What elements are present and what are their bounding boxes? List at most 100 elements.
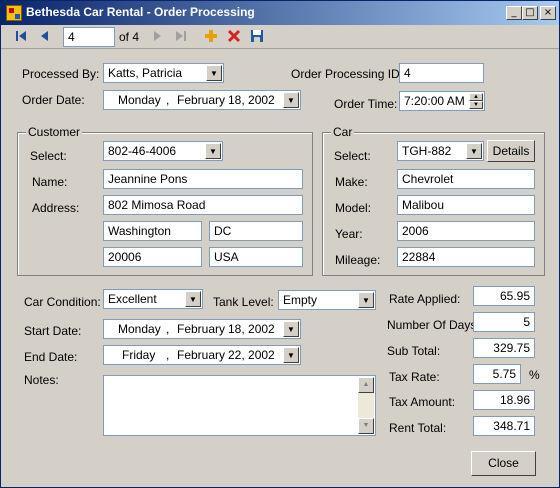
customer-select-value: 802-46-4006	[108, 144, 177, 158]
position-input[interactable]: 4	[63, 27, 115, 47]
add-icon[interactable]	[203, 29, 219, 45]
notes-label: Notes:	[24, 373, 59, 387]
car-year-field[interactable]: 2006	[397, 221, 535, 241]
customer-country-field[interactable]: USA	[209, 247, 303, 267]
end-date-daynum: 22, 2002	[228, 348, 275, 362]
notes-scrollbar[interactable]: ▲ ▼	[358, 377, 374, 434]
spin-down-icon[interactable]: ▼	[469, 101, 483, 109]
customer-group-title: Customer	[26, 125, 83, 139]
customer-city-field[interactable]: Washington	[103, 221, 202, 241]
close-button[interactable]: Close	[471, 451, 536, 476]
end-date-picker[interactable]: Friday , February 22, 2002 ▼	[103, 345, 301, 365]
start-date-daynum: 18, 2002	[228, 322, 275, 336]
close-window-button[interactable]: ×	[540, 6, 556, 20]
start-date-day: Monday	[118, 322, 161, 336]
chevron-down-icon[interactable]: ▼	[283, 347, 299, 363]
customer-name-label: Name:	[32, 175, 68, 189]
car-year-label: Year:	[335, 227, 363, 241]
main-window: Bethesda Car Rental - Order Processing _…	[0, 0, 560, 488]
app-icon	[6, 5, 22, 21]
scroll-up-icon[interactable]: ▲	[358, 377, 374, 393]
car-condition-label: Car Condition:	[24, 295, 101, 309]
start-date-month: February	[177, 322, 226, 336]
tax-amount-label: Tax Amount:	[389, 395, 456, 409]
order-processing-id-field[interactable]: 4	[399, 63, 484, 83]
end-date-label: End Date:	[24, 350, 78, 364]
order-date-label: Order Date:	[22, 93, 85, 107]
chevron-down-icon[interactable]: ▼	[283, 321, 299, 337]
order-date-day: Monday	[118, 93, 161, 107]
processed-by-value: Katts, Patricia	[108, 66, 183, 80]
notes-textarea[interactable]: ▲ ▼	[103, 375, 376, 436]
tax-amount-field[interactable]: 18.96	[473, 390, 535, 410]
customer-zip-field[interactable]: 20006	[103, 247, 202, 267]
end-date-month: February	[177, 348, 226, 362]
chevron-down-icon[interactable]: ▼	[205, 143, 221, 159]
customer-state-field[interactable]: DC	[209, 221, 303, 241]
customer-select-label: Select:	[30, 149, 67, 163]
start-date-label: Start Date:	[24, 324, 82, 338]
delete-icon[interactable]	[226, 29, 242, 45]
car-mileage-field[interactable]: 22884	[397, 247, 535, 267]
customer-address-field[interactable]: 802 Mimosa Road	[103, 195, 303, 215]
minimize-button[interactable]: _	[506, 6, 522, 20]
car-condition-combo[interactable]: Excellent ▼	[103, 289, 203, 309]
order-time-picker[interactable]: 7:20:00 AM ▲ ▼	[399, 91, 485, 111]
chevron-down-icon[interactable]: ▼	[358, 292, 374, 308]
rent-total-label: Rent Total:	[389, 421, 447, 435]
tank-level-label: Tank Level:	[213, 295, 274, 309]
rate-applied-label: Rate Applied:	[389, 292, 461, 306]
order-time-value: 7:20:00 AM	[404, 94, 465, 108]
car-select-label: Select:	[334, 149, 371, 163]
first-record-icon[interactable]	[13, 29, 29, 45]
car-make-field[interactable]: Chevrolet	[397, 169, 535, 189]
processed-by-label: Processed By:	[22, 67, 100, 81]
order-time-label: Order Time:	[334, 97, 398, 111]
navigation-toolbar: 4 of 4	[1, 25, 559, 49]
tax-rate-unit: %	[529, 368, 540, 382]
title-bar[interactable]: Bethesda Car Rental - Order Processing _…	[1, 1, 559, 25]
rent-total-field[interactable]: 348.71	[473, 416, 535, 436]
car-select-combo[interactable]: TGH-882 ▼	[397, 141, 484, 161]
sub-total-label: Sub Total:	[387, 344, 441, 358]
order-date-daynum: 18, 2002	[228, 93, 275, 107]
customer-select-combo[interactable]: 802-46-4006 ▼	[103, 141, 223, 161]
tax-rate-field[interactable]: 5.75	[473, 364, 521, 384]
car-make-label: Make:	[335, 175, 368, 189]
window-title: Bethesda Car Rental - Order Processing	[26, 5, 255, 19]
next-record-icon[interactable]	[149, 29, 165, 45]
car-select-value: TGH-882	[402, 144, 452, 158]
sub-total-field[interactable]: 329.75	[473, 338, 535, 358]
chevron-down-icon[interactable]: ▼	[206, 65, 222, 81]
car-model-field[interactable]: Malibou	[397, 195, 535, 215]
spin-up-icon[interactable]: ▲	[469, 93, 483, 101]
car-mileage-label: Mileage:	[335, 253, 381, 267]
start-date-picker[interactable]: Monday , February 18, 2002 ▼	[103, 319, 301, 339]
processed-by-combo[interactable]: Katts, Patricia ▼	[103, 63, 224, 83]
chevron-down-icon[interactable]: ▼	[185, 291, 201, 307]
tax-rate-label: Tax Rate:	[389, 370, 440, 384]
start-date-sep: ,	[166, 322, 170, 336]
customer-name-field[interactable]: Jeannine Pons	[103, 169, 303, 189]
save-icon[interactable]	[249, 29, 265, 45]
order-date-picker[interactable]: Monday , February 18, 2002 ▼	[103, 90, 301, 110]
record-count-label: of 4	[119, 30, 140, 44]
car-condition-value: Excellent	[108, 292, 157, 306]
tank-level-value: Empty	[283, 293, 318, 307]
number-of-days-field[interactable]: 5	[473, 312, 535, 332]
scroll-down-icon[interactable]: ▼	[358, 418, 374, 434]
order-date-month: February	[177, 93, 226, 107]
order-date-sep: ,	[166, 93, 170, 107]
previous-record-icon[interactable]	[37, 29, 53, 45]
tank-level-combo[interactable]: Empty ▼	[278, 290, 376, 310]
last-record-icon[interactable]	[173, 29, 189, 45]
maximize-button[interactable]: □	[522, 6, 538, 20]
details-button[interactable]: Details	[487, 140, 535, 162]
car-model-label: Model:	[335, 201, 372, 215]
customer-address-label: Address:	[32, 201, 80, 215]
chevron-down-icon[interactable]: ▼	[283, 92, 299, 108]
number-of-days-label: Number Of Days:	[387, 318, 480, 332]
chevron-down-icon[interactable]: ▼	[466, 143, 482, 159]
end-date-day: Friday	[122, 348, 156, 362]
rate-applied-field[interactable]: 65.95	[473, 286, 535, 306]
